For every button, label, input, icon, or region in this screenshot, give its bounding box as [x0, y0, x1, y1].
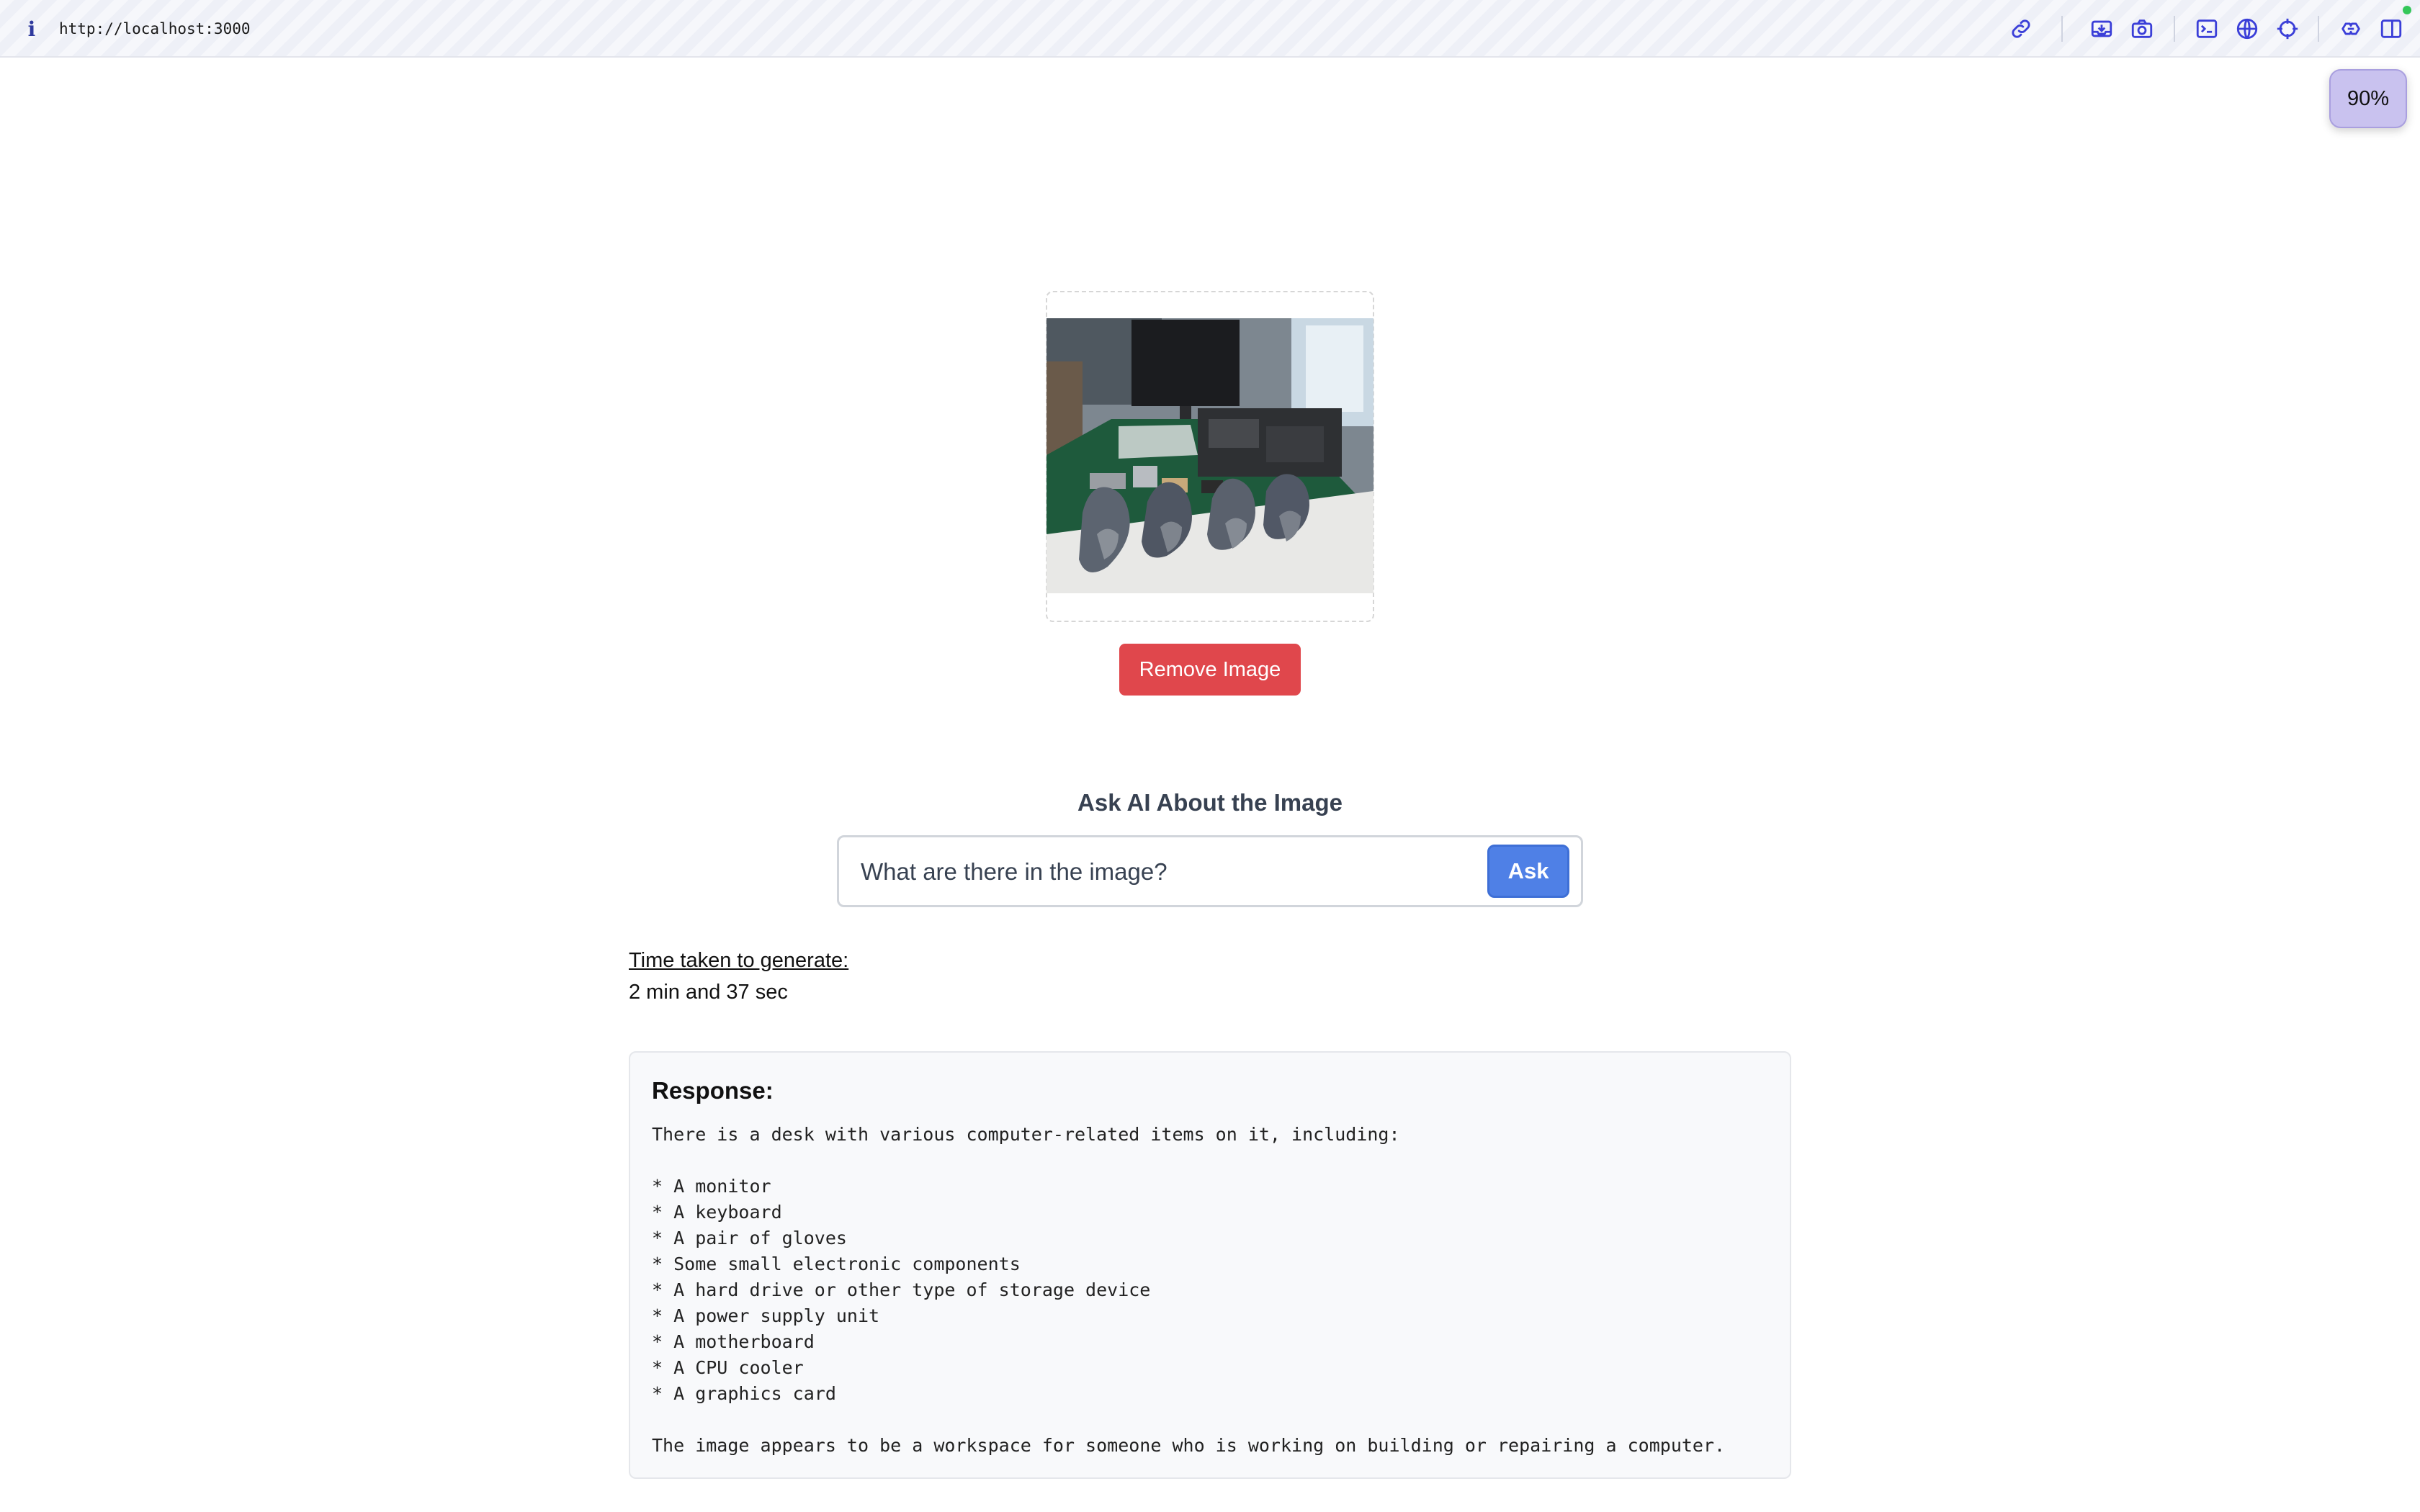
- ask-button[interactable]: Ask: [1487, 845, 1569, 898]
- globe-icon[interactable]: [2234, 16, 2260, 42]
- response-title: Response:: [652, 1077, 774, 1104]
- ask-section-title: Ask AI About the Image: [1077, 789, 1343, 816]
- time-taken-value: 2 min and 37 sec: [629, 981, 788, 1004]
- info-icon[interactable]: i: [24, 16, 39, 42]
- time-taken-label: Time taken to generate:: [629, 949, 849, 972]
- camera-icon[interactable]: [2129, 16, 2155, 42]
- ask-form: Ask: [837, 835, 1583, 907]
- toolbar-divider: [2061, 16, 2063, 42]
- response-card: Response: There is a desk with various c…: [629, 1051, 1791, 1479]
- brain-icon[interactable]: [2338, 16, 2364, 42]
- browser-toolbar: i http://localhost:3000: [0, 0, 2420, 58]
- response-text: There is a desk with various computer-re…: [652, 1124, 1726, 1456]
- link-icon[interactable]: [2008, 16, 2034, 42]
- uploaded-image: [1047, 318, 1373, 593]
- status-dot: [2403, 6, 2411, 14]
- crosshair-icon[interactable]: [2275, 16, 2300, 42]
- zoom-badge[interactable]: 90%: [2329, 69, 2407, 128]
- remove-image-button[interactable]: Remove Image: [1119, 644, 1301, 696]
- url-bar[interactable]: http://localhost:3000: [59, 17, 251, 40]
- inbox-icon[interactable]: [2089, 16, 2115, 42]
- terminal-icon[interactable]: [2194, 16, 2220, 42]
- toolbar-divider: [2174, 16, 2175, 42]
- split-view-icon[interactable]: [2378, 16, 2404, 42]
- toolbar-divider: [2318, 16, 2319, 42]
- question-input[interactable]: [861, 852, 1466, 892]
